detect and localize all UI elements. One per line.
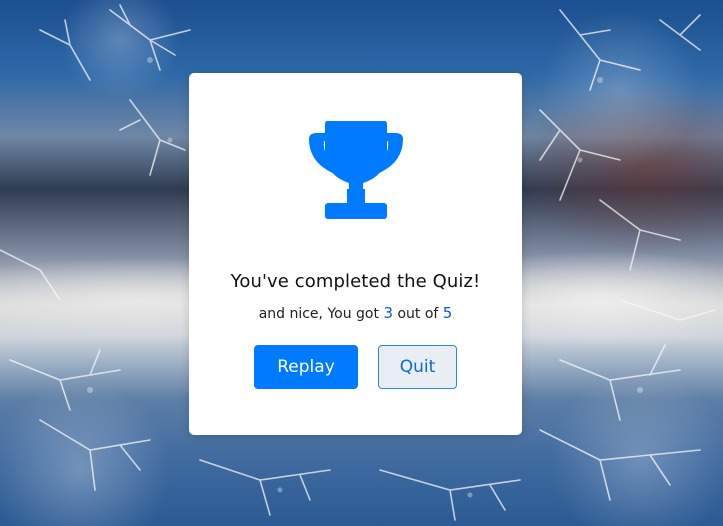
score-middle: out of <box>397 306 439 322</box>
score-prefix: and nice, You got <box>258 306 379 322</box>
score-text: and nice, You got 3 out of 5 <box>189 304 522 322</box>
quiz-result-card: You've completed the Quiz! and nice, You… <box>189 73 522 435</box>
completion-title: You've completed the Quiz! <box>230 271 481 292</box>
trophy-icon <box>299 119 413 221</box>
quit-button[interactable]: Quit <box>378 345 457 389</box>
score-correct: 3 <box>383 304 393 322</box>
replay-button[interactable]: Replay <box>254 345 358 389</box>
score-total: 5 <box>442 304 453 322</box>
